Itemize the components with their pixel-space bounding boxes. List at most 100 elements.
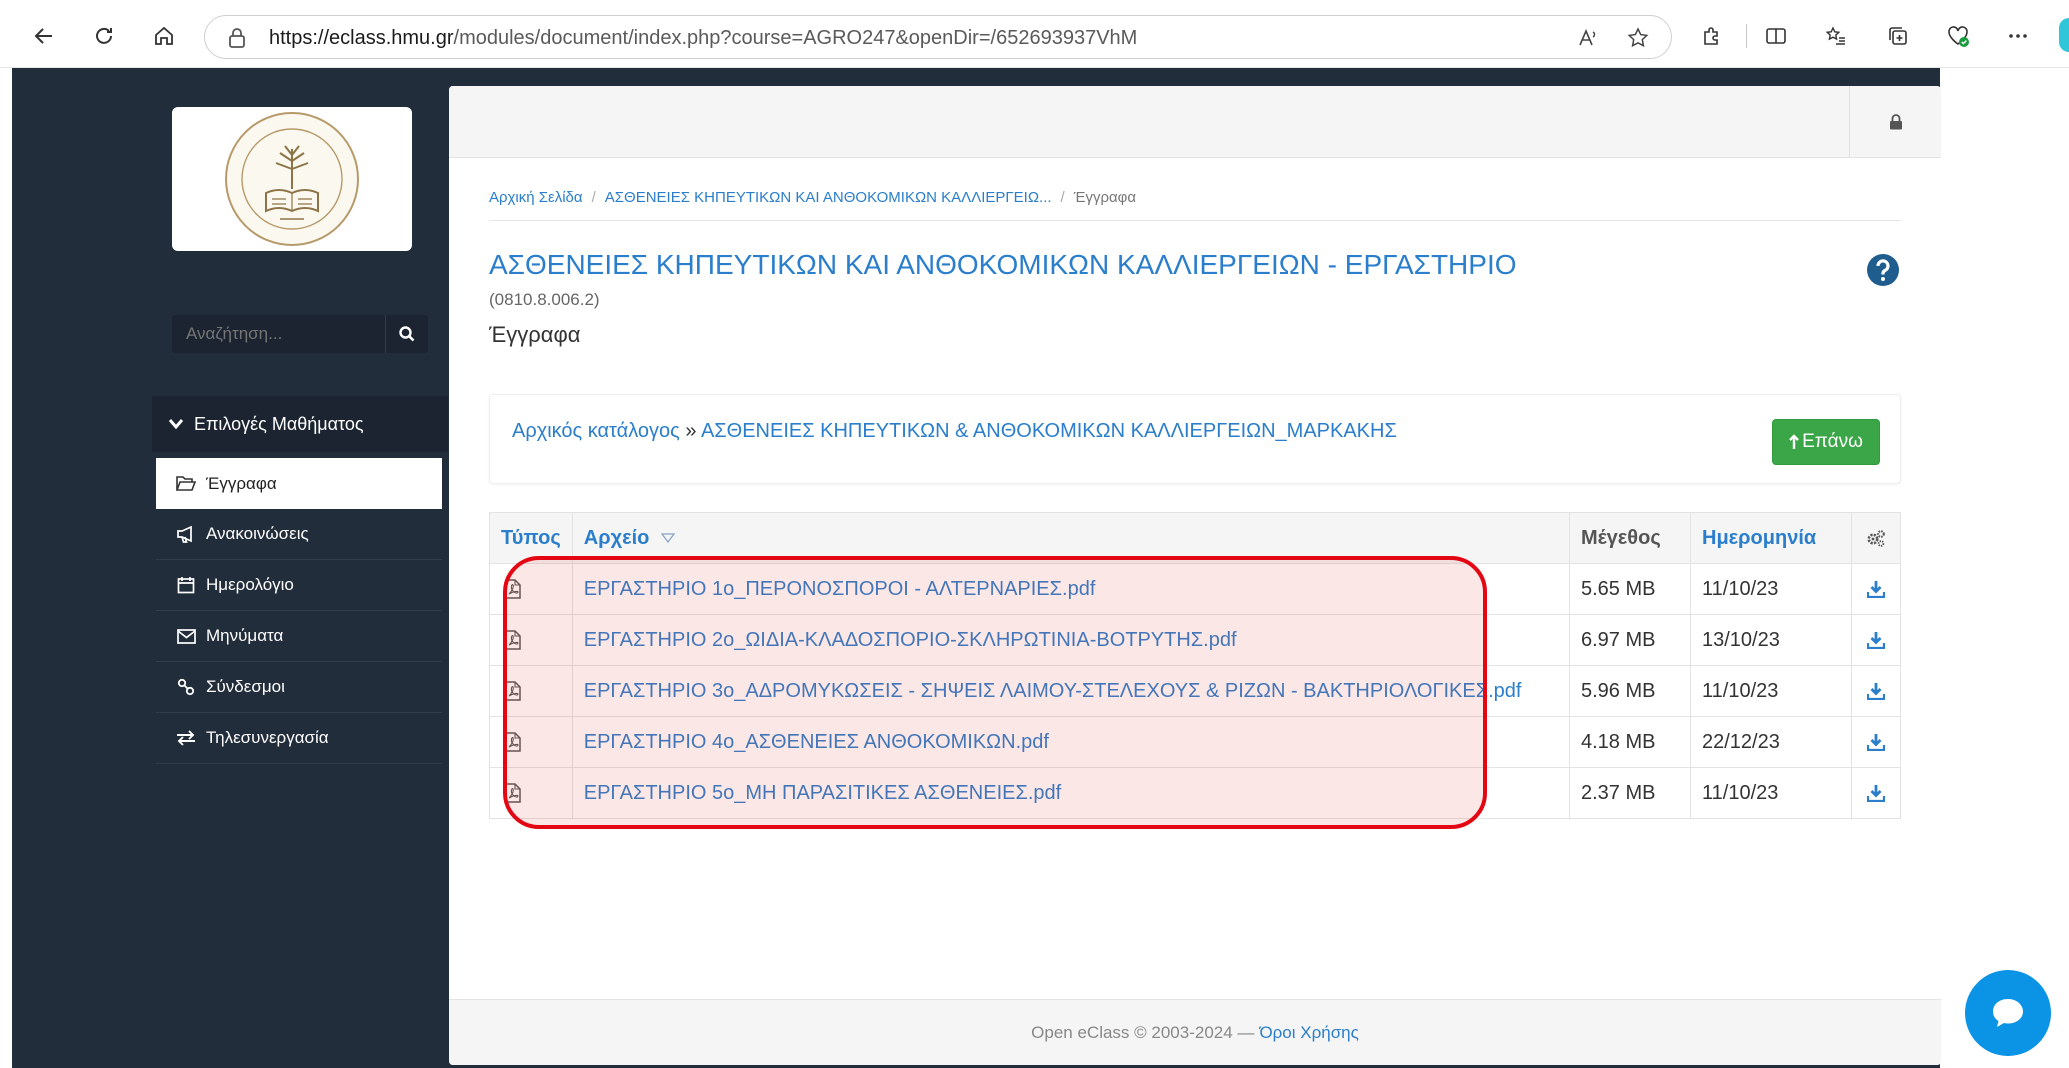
up-button[interactable]: Επάνω	[1772, 419, 1880, 465]
file-type-cell	[489, 716, 573, 768]
file-name-cell: ΕΡΓΑΣΤΗΡΙΟ 2ο_ΩΙΔΙΑ-ΚΛΑΔΟΣΠΟΡΙΟ-ΣΚΛΗΡΩΤΙ…	[571, 614, 1571, 666]
sidebar-item-documents[interactable]: Έγγραφα	[156, 458, 442, 509]
home-button[interactable]	[146, 18, 182, 54]
download-icon	[1867, 632, 1885, 649]
exchange-icon	[176, 730, 196, 746]
file-size-cell: 2.37 MB	[1569, 767, 1691, 819]
chat-button[interactable]	[1965, 970, 2051, 1056]
main-panel: Αρχική Σελίδα / ΑΣΘΕΝΕΙΕΣ ΚΗΠΕΥΤΙΚΩΝ ΚΑΙ Α…	[449, 86, 1941, 1065]
file-name-cell: ΕΡΓΑΣΤΗΡΙΟ 5ο_ΜΗ ΠΑΡΑΣΙΤΙΚΕΣ ΑΣΘΕΝΕΙΕΣ.p…	[571, 767, 1571, 819]
favorite-star-icon[interactable]	[1625, 25, 1651, 51]
table-row: ΕΡΓΑΣΤΗΡΙΟ 1ο_ΠΕΡΟΝΟΣΠΟΡΟΙ - ΑΛΤΕΡΝΑΡΙΕΣ…	[489, 563, 1901, 615]
table-row: ΕΡΓΑΣΤΗΡΙΟ 2ο_ΩΙΔΙΑ-ΚΛΑΔΟΣΠΟΡΙΟ-ΣΚΛΗΡΩΤΙ…	[489, 614, 1901, 666]
sidebar-item-messages[interactable]: Μηνύματα	[156, 611, 442, 662]
sidebar-item-label: Ανακοινώσεις	[206, 524, 309, 543]
sidebar-item-links[interactable]: Σύνδεσμοι	[156, 662, 442, 713]
refresh-button[interactable]	[86, 18, 122, 54]
column-header-type[interactable]: Τύπος	[489, 512, 573, 564]
column-header-date[interactable]: Ημερομηνία	[1690, 512, 1852, 564]
arrow-left-icon	[34, 28, 52, 44]
file-size-cell: 5.65 MB	[1569, 563, 1691, 615]
pdf-file-icon	[505, 681, 521, 701]
file-size-cell: 6.97 MB	[1569, 614, 1691, 666]
university-logo[interactable]	[172, 107, 412, 251]
directory-root-link[interactable]: Αρχικός κατάλογος	[512, 420, 680, 442]
file-size-cell: 4.18 MB	[1569, 716, 1691, 768]
pdf-file-icon	[505, 732, 521, 752]
browser-essentials-button[interactable]	[1940, 18, 1976, 54]
favorites-list-icon	[1825, 26, 1845, 45]
file-date-cell: 13/10/23	[1690, 614, 1852, 666]
site-info-icon[interactable]	[227, 27, 247, 49]
table-header-row: Τύπος Αρχείο Μέγεθος Ημερομηνία	[489, 512, 1901, 564]
footer-copyright: Open eClass © 2003-2024 —	[1031, 1022, 1255, 1042]
file-type-cell	[489, 614, 573, 666]
more-menu-button[interactable]	[2000, 18, 2036, 54]
split-screen-button[interactable]	[1758, 18, 1794, 54]
help-button[interactable]	[1866, 253, 1900, 287]
collections-button[interactable]	[1880, 18, 1916, 54]
lock-icon	[1889, 114, 1902, 130]
breadcrumb-home[interactable]: Αρχική Σελίδα	[489, 189, 583, 206]
file-name-cell: ΕΡΓΑΣΤΗΡΙΟ 1ο_ΠΕΡΟΝΟΣΠΟΡΟΙ - ΑΛΤΕΡΝΑΡΙΕΣ…	[571, 563, 1571, 615]
table-row: ΕΡΓΑΣΤΗΡΙΟ 4ο_ΑΣΘΕΝΕΙΕΣ ΑΝΘΟΚΟΜΙΚΩΝ.pdf …	[489, 716, 1901, 768]
sidebar-item-calendar[interactable]: Ημερολόγιο	[156, 560, 442, 611]
divider	[489, 220, 1901, 221]
sidebar-item-label: Ημερολόγιο	[206, 575, 294, 594]
search-icon	[399, 326, 415, 342]
file-date-cell: 22/12/23	[1690, 716, 1852, 768]
file-link[interactable]: ΕΡΓΑΣΤΗΡΙΟ 3ο_ΑΔΡΟΜΥΚΩΣΕΙΣ - ΣΗΨΕΙΣ ΛΑΙΜ…	[584, 680, 1522, 702]
directory-path: Αρχικός κατάλογος » ΑΣΘΕΝΕΙΕΣ ΚΗΠΕΥΤΙΚΩΝ…	[512, 420, 1397, 443]
directory-current-link[interactable]: ΑΣΘΕΝΕΙΕΣ ΚΗΠΕΥΤΙΚΩΝ & ΑΝΘΟΚΟΜΙΚΩΝ ΚΑΛΛΙ…	[701, 420, 1397, 442]
extensions-button[interactable]	[1694, 18, 1730, 54]
sidebar-item-teleconference[interactable]: Τηλεσυνεργασία	[156, 713, 442, 764]
copilot-edge-icon[interactable]	[2059, 18, 2069, 52]
file-link[interactable]: ΕΡΓΑΣΤΗΡΙΟ 4ο_ΑΣΘΕΝΕΙΕΣ ΑΝΘΟΚΟΜΙΚΩΝ.pdf	[584, 731, 1049, 753]
search-button[interactable]	[385, 315, 428, 353]
menu-heading: Επιλογές Μαθήματος	[194, 413, 364, 434]
download-icon	[1867, 683, 1885, 700]
browser-toolbar: https://eclass.hmu.gr/modules/document/i…	[0, 0, 2069, 68]
file-link[interactable]: ΕΡΓΑΣΤΗΡΙΟ 5ο_ΜΗ ΠΑΡΑΣΙΤΙΚΕΣ ΑΣΘΕΝΕΙΕΣ.p…	[584, 782, 1061, 804]
top-bar	[449, 86, 1941, 158]
terms-link[interactable]: Όροι Χρήσης	[1259, 1023, 1358, 1043]
sidebar-item-label: Σύνδεσμοι	[206, 677, 285, 696]
file-type-cell	[489, 563, 573, 615]
level-up-icon	[1789, 434, 1799, 449]
course-options-toggle[interactable]: Επιλογές Μαθήματος	[152, 396, 448, 452]
login-button[interactable]	[1849, 86, 1941, 158]
file-date-cell: 11/10/23	[1690, 665, 1852, 717]
file-link[interactable]: ΕΡΓΑΣΤΗΡΙΟ 1ο_ΠΕΡΟΝΟΣΠΟΡΟΙ - ΑΛΤΕΡΝΑΡΙΕΣ…	[584, 578, 1096, 600]
breadcrumb-current: Έγγραφα	[1073, 189, 1137, 206]
column-header-size: Μέγεθος	[1569, 512, 1691, 564]
download-button[interactable]	[1851, 614, 1901, 666]
file-link[interactable]: ΕΡΓΑΣΤΗΡΙΟ 2ο_ΩΙΔΙΑ-ΚΛΑΔΟΣΠΟΡΙΟ-ΣΚΛΗΡΩΤΙ…	[584, 629, 1237, 651]
file-name-cell: ΕΡΓΑΣΤΗΡΙΟ 4ο_ΑΣΘΕΝΕΙΕΣ ΑΝΘΟΚΟΜΙΚΩΝ.pdf	[571, 716, 1571, 768]
breadcrumb-course[interactable]: ΑΣΘΕΝΕΙΕΣ ΚΗΠΕΥΤΙΚΩΝ ΚΑΙ ΑΝΘΟΚΟΜΙΚΩΝ ΚΑΛ…	[605, 189, 1052, 206]
sidebar-menu: Έγγραφα Ανακοινώσεις Ημερολόγιο Μηνύματα…	[156, 458, 442, 764]
bullhorn-icon	[176, 525, 196, 543]
address-bar[interactable]: https://eclass.hmu.gr/modules/document/i…	[204, 15, 1672, 59]
sidebar-item-label: Έγγραφα	[206, 473, 277, 493]
back-button[interactable]	[26, 18, 62, 54]
path-separator: »	[685, 420, 697, 442]
download-button[interactable]	[1851, 665, 1901, 717]
column-header-file[interactable]: Αρχείο	[571, 512, 1571, 564]
collections-icon	[1889, 27, 1907, 45]
page-right-margin	[1940, 68, 2069, 1068]
download-button[interactable]	[1851, 716, 1901, 768]
refresh-icon	[96, 27, 112, 44]
breadcrumb: Αρχική Σελίδα / ΑΣΘΕΝΕΙΕΣ ΚΗΠΕΥΤΙΚΩΝ ΚΑΙ Α…	[489, 189, 1137, 206]
read-aloud-icon[interactable]	[1575, 25, 1601, 51]
sidebar-search	[172, 315, 428, 353]
download-button[interactable]	[1851, 563, 1901, 615]
footer: Open eClass © 2003-2024 — Όροι Χρήσης	[449, 999, 1941, 1065]
more-dots-icon	[2009, 34, 2027, 38]
folder-open-icon	[176, 475, 196, 492]
course-code: (0810.8.006.2)	[489, 290, 600, 309]
section-title: Έγγραφα	[489, 322, 581, 347]
favorites-button[interactable]	[1818, 18, 1854, 54]
sidebar-item-announcements[interactable]: Ανακοινώσεις	[156, 509, 442, 560]
download-button[interactable]	[1851, 767, 1901, 819]
search-input[interactable]	[172, 315, 382, 353]
